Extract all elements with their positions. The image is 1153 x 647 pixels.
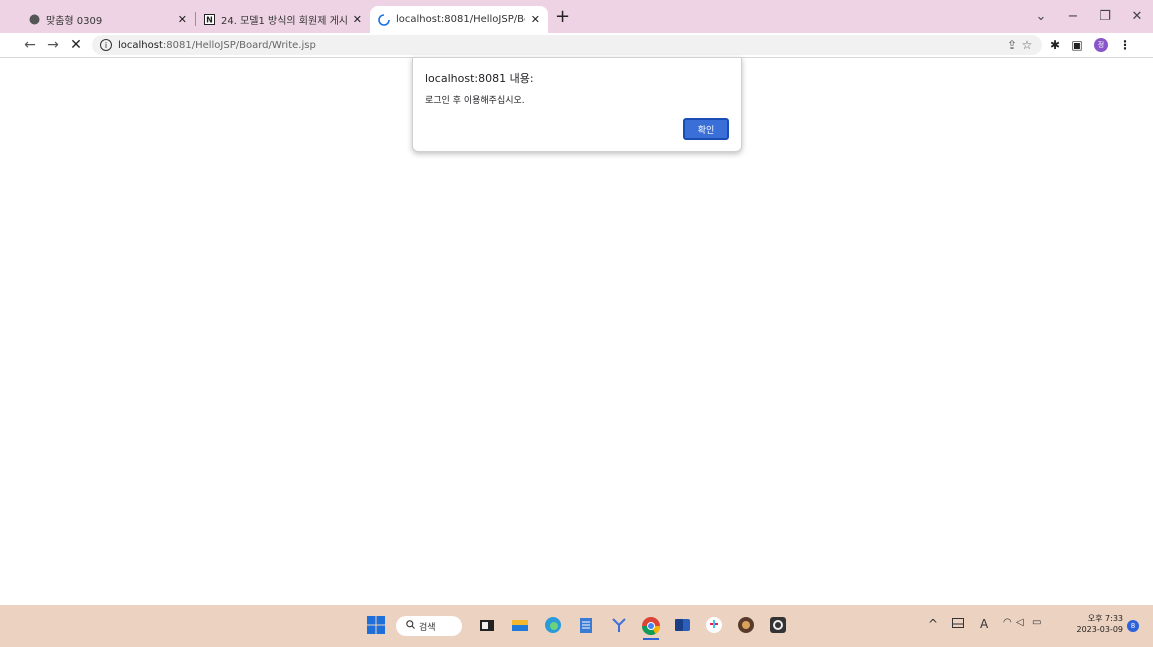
slack-icon[interactable] <box>705 616 723 634</box>
camera-app-icon[interactable] <box>769 616 787 634</box>
new-tab-button[interactable]: + <box>555 8 570 26</box>
search-icon <box>406 620 415 632</box>
chrome-icon[interactable] <box>641 616 660 640</box>
stop-loading-button[interactable]: ✕ <box>66 35 86 55</box>
tab-3-title: localhost:8081/HelloJSP/Board/\ <box>396 14 525 25</box>
tab-1-close-icon[interactable]: ✕ <box>178 13 187 26</box>
tab-search-chevron-icon[interactable]: ⌄ <box>1025 9 1057 24</box>
tab-1[interactable]: 맞춤형 0309 ✕ <box>20 6 195 33</box>
url-path: :8081/HelloJSP/Board/Write.jsp <box>162 39 316 51</box>
loading-spinner-icon <box>378 13 390 26</box>
profile-initial: 정 <box>1094 38 1108 52</box>
forward-button[interactable]: → <box>43 35 63 55</box>
taskbar-clock[interactable]: 오후 7:33 2023-03-09 <box>1077 613 1124 635</box>
task-view-icon[interactable] <box>478 616 496 634</box>
browser-window: 맞춤형 0309 ✕ N 24. 모델1 방식의 회원제 게시판 ✕ local… <box>0 0 1153 605</box>
active-app-indicator <box>643 638 659 640</box>
close-window-button[interactable]: ✕ <box>1121 9 1153 24</box>
notification-badge[interactable]: 8 <box>1127 620 1139 632</box>
back-button[interactable]: ← <box>20 35 40 55</box>
browser-toolbar: ← → ✕ i localhost:8081/HelloJSP/Board/Wr… <box>0 33 1153 57</box>
dialog-ok-button[interactable]: 확인 <box>683 118 729 140</box>
clock-date: 2023-03-09 <box>1076 625 1124 634</box>
notepad-icon[interactable] <box>577 616 595 634</box>
menu-icon[interactable]: ⋮ <box>1116 35 1134 55</box>
volume-icon[interactable]: ◁ <box>1016 617 1024 628</box>
tab-2[interactable]: N 24. 모델1 방식의 회원제 게시판 ✕ <box>195 6 370 33</box>
address-bar[interactable]: i localhost:8081/HelloJSP/Board/Write.js… <box>92 35 1042 55</box>
tab-2-title: 24. 모델1 방식의 회원제 게시판 <box>221 16 347 27</box>
wifi-icon[interactable]: ◠ <box>1003 617 1012 628</box>
tab-1-title: 맞춤형 0309 <box>46 16 103 27</box>
tablet-icon[interactable] <box>952 617 964 631</box>
snipping-tool-icon[interactable] <box>610 616 628 634</box>
extensions-icon[interactable]: ✱ <box>1046 35 1064 55</box>
window-controls: ⌄ − ❐ ✕ <box>1025 0 1153 33</box>
minimize-button[interactable]: − <box>1057 9 1089 24</box>
restore-button[interactable]: ❐ <box>1089 9 1121 24</box>
dialog-title: localhost:8081 내용: <box>425 72 534 85</box>
app-icon[interactable] <box>737 616 755 634</box>
tray-chevron-icon[interactable]: ^ <box>928 617 938 631</box>
taskbar: 검색 ^ A ◠ ◁ ▭ 오후 7:33 2023-03-09 8 <box>0 605 1153 647</box>
svg-text:N: N <box>206 16 213 25</box>
profile-avatar[interactable]: 정 <box>1092 35 1110 55</box>
globe-favicon-icon <box>28 14 40 26</box>
notion-favicon-icon: N <box>203 14 215 26</box>
edge-browser-icon[interactable] <box>544 616 562 634</box>
url-host: localhost <box>118 39 163 51</box>
side-panel-icon[interactable]: ▣ <box>1068 35 1086 55</box>
tab-3-active[interactable]: localhost:8081/HelloJSP/Board/\ ✕ <box>370 6 548 33</box>
search-label: 검색 <box>419 622 436 633</box>
file-explorer-icon[interactable] <box>511 616 529 634</box>
tab-strip: 맞춤형 0309 ✕ N 24. 모델1 방식의 회원제 게시판 ✕ local… <box>0 0 1153 33</box>
taskbar-search[interactable]: 검색 <box>396 616 462 636</box>
site-info-icon[interactable]: i <box>100 39 112 51</box>
tab-2-close-icon[interactable]: ✕ <box>353 13 362 26</box>
dialog-message: 로그인 후 이용해주십시오. <box>425 96 525 106</box>
tab-3-close-icon[interactable]: ✕ <box>531 13 540 26</box>
alert-dialog: localhost:8081 내용: 로그인 후 이용해주십시오. 확인 <box>412 57 742 152</box>
battery-icon[interactable]: ▭ <box>1032 617 1041 628</box>
clock-time: 오후 7:33 <box>1087 614 1123 623</box>
word-icon[interactable] <box>673 616 691 634</box>
windows-start-icon[interactable] <box>367 616 385 634</box>
bookmark-star-icon[interactable]: ☆ <box>1018 35 1036 55</box>
ime-indicator[interactable]: A <box>980 617 988 631</box>
